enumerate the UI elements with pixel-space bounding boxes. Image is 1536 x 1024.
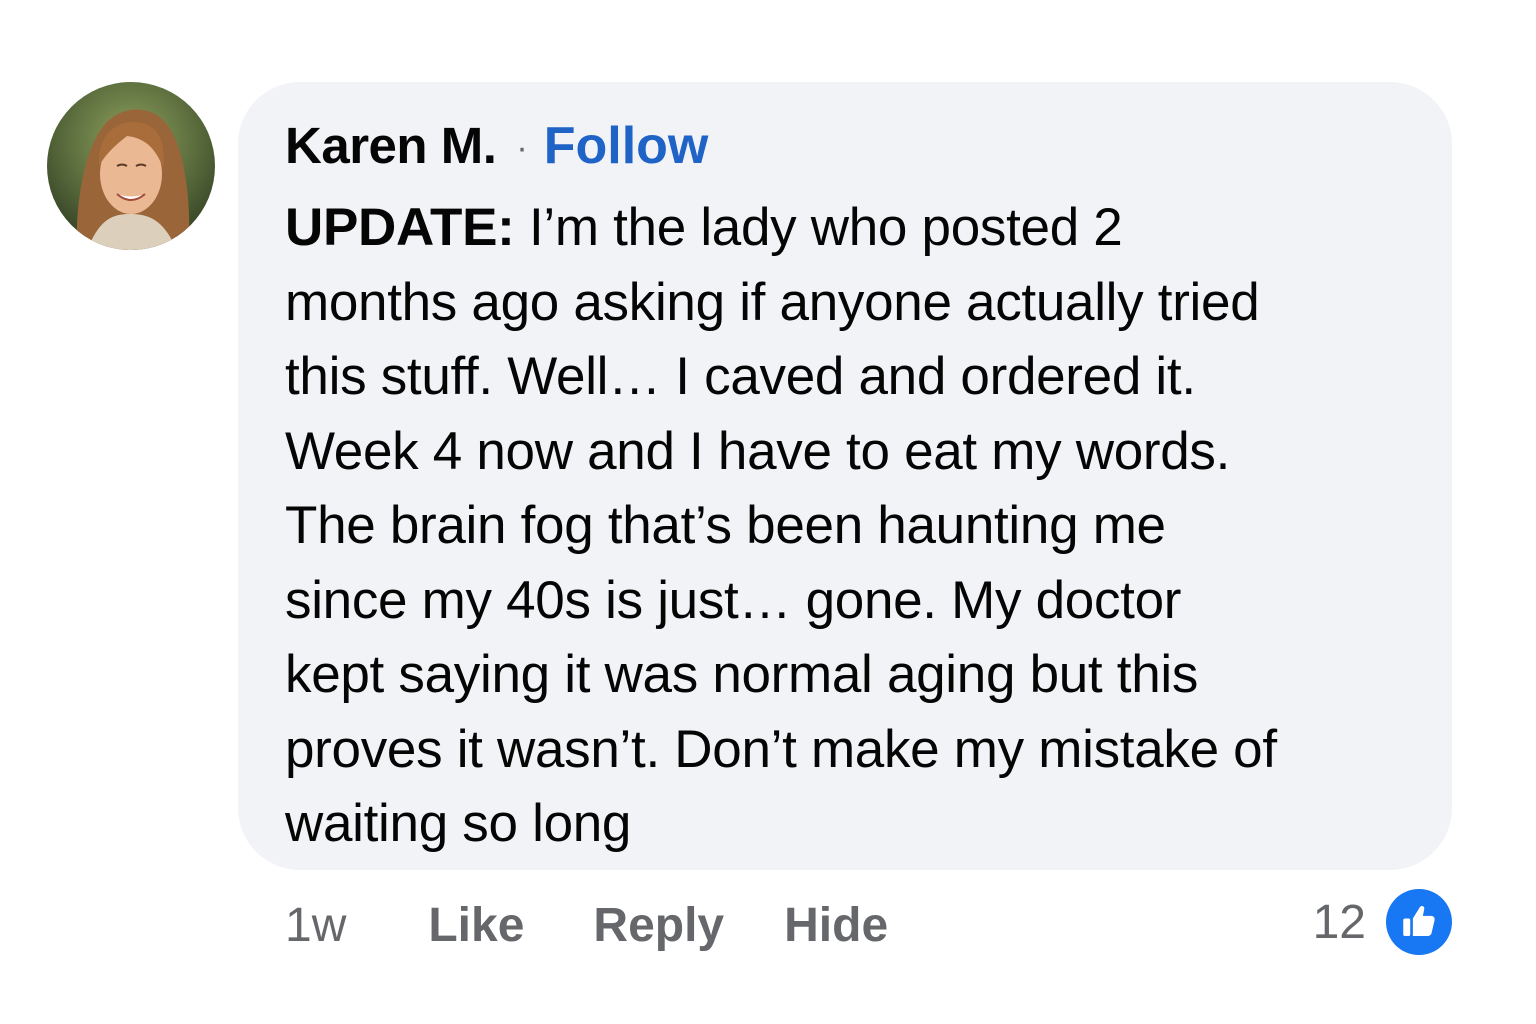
comment-view: Karen M. · Follow UPDATE: I’m the lady w… [0, 0, 1536, 1024]
profile-photo-icon [47, 82, 215, 250]
comment-line: since my 40s is just… gone. My doctor [285, 570, 1182, 630]
comment-bubble: Karen M. · Follow UPDATE: I’m the lady w… [238, 82, 1452, 870]
author-name[interactable]: Karen M. [285, 116, 497, 175]
reply-button[interactable]: Reply [593, 898, 724, 953]
follow-button[interactable]: Follow [544, 116, 709, 176]
comment-line: Week 4 now and I have to eat my words. [285, 421, 1231, 481]
comment-header: Karen M. · Follow [285, 116, 1432, 182]
like-button[interactable]: Like [428, 898, 524, 953]
comment-line: waiting so long [285, 794, 632, 853]
reaction-summary[interactable]: 12 [1313, 886, 1452, 958]
comment-actions: 1w Like Reply Hide [285, 890, 888, 960]
update-label: UPDATE: [285, 198, 515, 257]
comment-line: proves it wasn’t. Don’t make my mistake … [285, 719, 1277, 779]
comment-line: kept saying it was normal aging but this [285, 645, 1199, 704]
comment-line-text: I’m the lady who posted 2 [514, 198, 1123, 257]
comment-line: months ago asking if anyone actually tri… [285, 272, 1260, 332]
comment-line: The brain fog that’s been haunting me [285, 496, 1166, 555]
hide-button[interactable]: Hide [784, 898, 888, 953]
thumbs-up-icon [1386, 889, 1452, 955]
thumbs-up-glyph [1403, 905, 1435, 936]
comment-line: this stuff. Well… I caved and ordered it… [285, 347, 1196, 406]
separator-dot: · [516, 129, 528, 167]
avatar[interactable] [47, 82, 215, 250]
comment-text: UPDATE: I’m the lady who posted 2 months… [285, 191, 1432, 862]
comment-line: UPDATE: I’m the lady who posted 2 [285, 191, 1432, 266]
reaction-count: 12 [1312, 895, 1366, 949]
timestamp[interactable]: 1w [285, 898, 346, 953]
